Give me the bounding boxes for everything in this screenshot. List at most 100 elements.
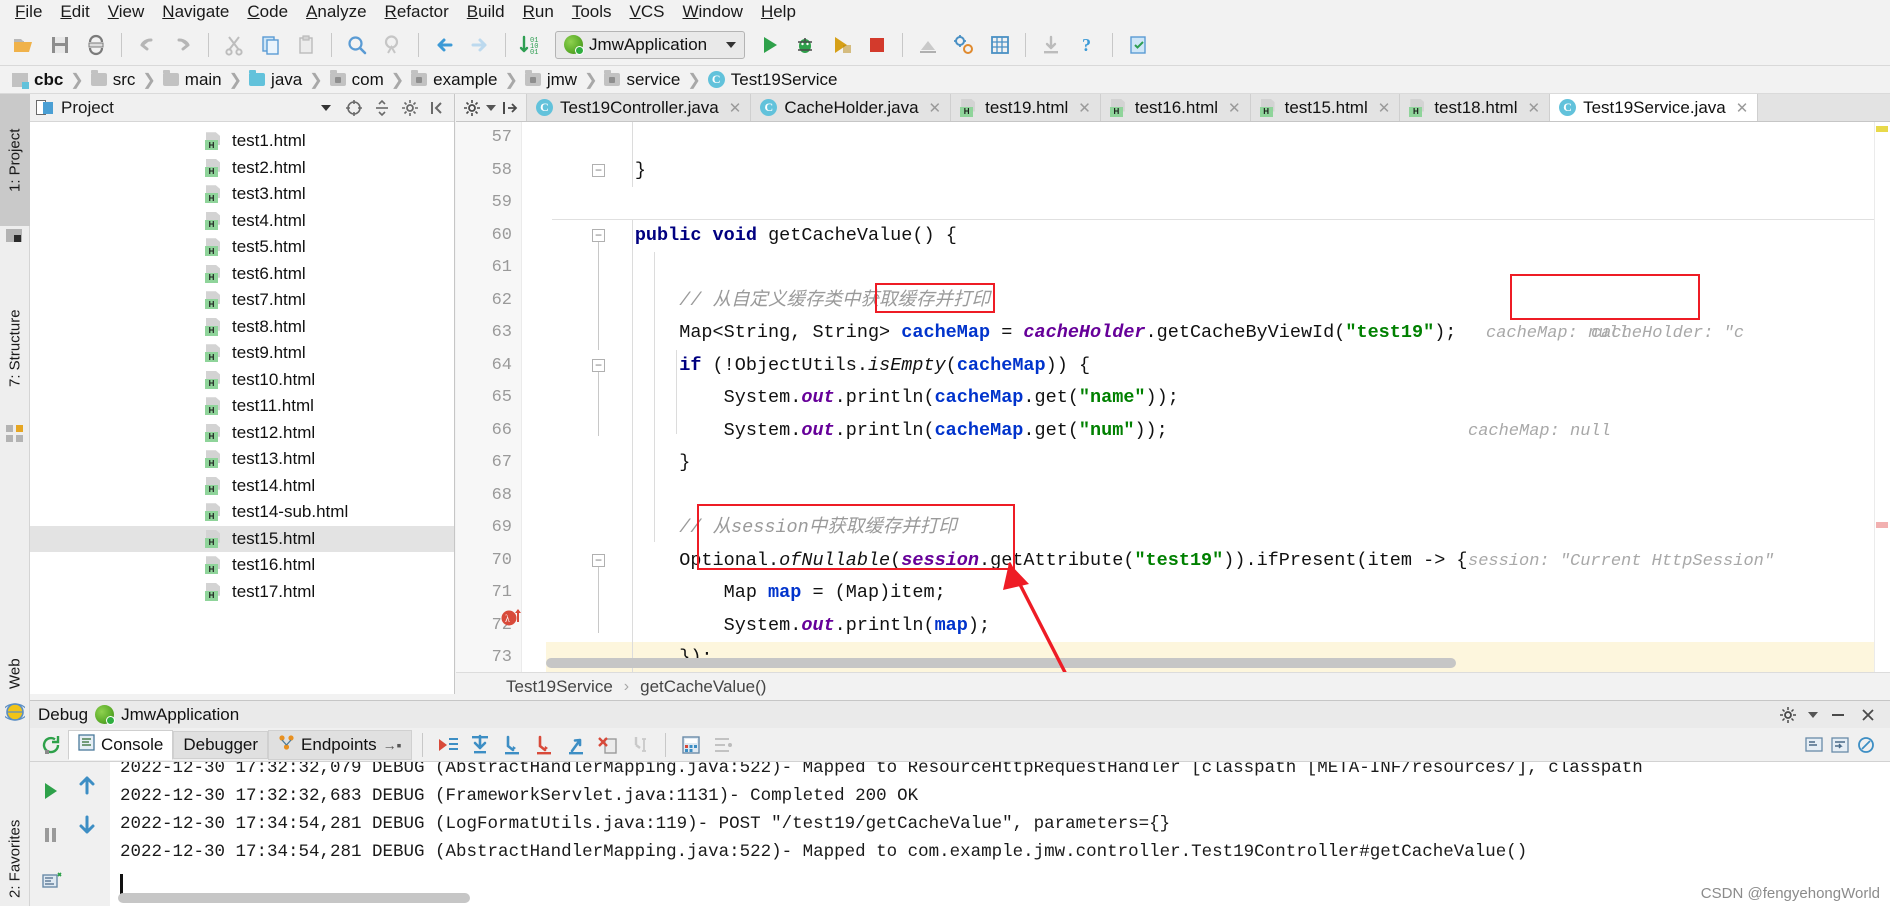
list-item[interactable]: Htest5.html	[30, 234, 454, 261]
editor-code-area[interactable]: } public void getCacheValue() { // 从自定义缓…	[546, 122, 1874, 672]
list-item[interactable]: Htest11.html	[30, 393, 454, 420]
debug-settings-gear-icon[interactable]	[1778, 705, 1798, 725]
run-with-coverage-button[interactable]	[824, 28, 858, 62]
list-item[interactable]: Htest12.html	[30, 420, 454, 447]
stripe-selection-mark[interactable]	[1876, 522, 1888, 528]
hide-panel-icon[interactable]	[428, 98, 448, 118]
list-item[interactable]: Htest7.html	[30, 287, 454, 314]
editor-breadcrumb-class[interactable]: Test19Service	[506, 677, 613, 697]
close-icon[interactable]: ✕	[929, 99, 942, 117]
run-button[interactable]	[752, 28, 786, 62]
resume-program-icon[interactable]	[36, 776, 66, 806]
editor-tab-test16-html[interactable]: Htest16.html✕	[1101, 94, 1251, 121]
sidebar-item-favorites[interactable]: 2: Favorites	[0, 794, 30, 906]
menu-item-navigate[interactable]: Navigate	[153, 2, 238, 22]
structure-icon[interactable]	[983, 28, 1017, 62]
debug-tab-endpoints[interactable]: Endpoints→▪	[268, 730, 412, 760]
breadcrumb-item-main[interactable]: main	[159, 70, 226, 90]
menu-item-analyze[interactable]: Analyze	[297, 2, 375, 22]
step-into-icon[interactable]	[497, 730, 527, 760]
menu-item-file[interactable]: File	[6, 2, 51, 22]
menu-item-window[interactable]: Window	[673, 2, 751, 22]
debug-button[interactable]	[788, 28, 822, 62]
breadcrumb-item-example[interactable]: example	[407, 70, 501, 90]
sync-icon[interactable]	[79, 28, 113, 62]
hide-editor-panel-icon[interactable]	[500, 98, 520, 118]
redo-icon[interactable]	[166, 28, 200, 62]
list-item[interactable]: Htest2.html	[30, 155, 454, 182]
help-icon[interactable]: ?	[1070, 28, 1104, 62]
drop-frame-icon[interactable]	[593, 730, 623, 760]
code-line-65[interactable]: System.out.println(cacheMap.get("name"))…	[546, 382, 1874, 415]
sidebar-item-web[interactable]: Web	[0, 646, 30, 702]
code-line-66[interactable]: System.out.println(cacheMap.get("num"));	[546, 415, 1874, 448]
list-item[interactable]: Htest14-sub.html	[30, 499, 454, 526]
menu-item-vcs[interactable]: VCS	[621, 2, 674, 22]
stripe-warning-mark[interactable]	[1876, 126, 1888, 132]
menu-item-help[interactable]: Help	[752, 2, 805, 22]
list-item[interactable]: Htest13.html	[30, 446, 454, 473]
breadcrumb-item-src[interactable]: src	[87, 70, 140, 90]
editor-settings-chevron-icon[interactable]	[486, 105, 496, 111]
find-icon[interactable]	[340, 28, 374, 62]
code-editor[interactable]: 5758596061626364656667686970717273747576…	[456, 122, 1890, 672]
console-output[interactable]: 2022-12-30 17:32:32,079 DEBUG (AbstractH…	[110, 762, 1890, 906]
sidebar-item-project[interactable]: 1: Project	[0, 94, 30, 226]
menu-item-code[interactable]: Code	[238, 2, 297, 22]
code-line-69[interactable]: // 从session中获取缓存并打印	[546, 512, 1874, 545]
open-folder-icon[interactable]	[7, 28, 41, 62]
rerun-debug-icon[interactable]	[36, 730, 66, 760]
update-project-icon[interactable]	[1034, 28, 1068, 62]
editor-settings-gear-icon[interactable]	[462, 98, 482, 118]
code-line-71[interactable]: Map map = (Map)item;	[546, 577, 1874, 610]
editor-tab-test19controller-java[interactable]: CTest19Controller.java✕	[527, 94, 751, 121]
close-icon[interactable]: ✕	[729, 99, 742, 117]
close-debug-panel-icon[interactable]	[1858, 705, 1878, 725]
code-line-61[interactable]	[546, 252, 1874, 285]
pause-program-icon[interactable]	[36, 820, 66, 850]
step-out-icon[interactable]	[561, 730, 591, 760]
scroll-up-icon[interactable]	[72, 770, 102, 800]
run-to-cursor-icon[interactable]	[625, 730, 655, 760]
close-icon[interactable]: ✕	[1078, 99, 1091, 117]
code-line-64[interactable]: if (!ObjectUtils.isEmpty(cacheMap)) {	[546, 350, 1874, 383]
editor-tab-cacheholder-java[interactable]: CCacheHolder.java✕	[751, 94, 951, 121]
debug-settings-chevron-icon[interactable]	[1808, 712, 1818, 718]
step-over-icon[interactable]	[465, 730, 495, 760]
editor-breadcrumb[interactable]: Test19Service › getCacheValue()	[456, 672, 1890, 700]
editor-gutter[interactable]: 5758596061626364656667686970717273747576	[456, 122, 522, 672]
close-icon[interactable]: ✕	[1736, 99, 1749, 117]
close-icon[interactable]: ✕	[1378, 99, 1391, 117]
menu-item-tools[interactable]: Tools	[563, 2, 621, 22]
sidebar-item-structure[interactable]: 7: Structure	[0, 274, 30, 422]
editor-breadcrumb-method[interactable]: getCacheValue()	[640, 677, 766, 697]
editor-tab-test19-html[interactable]: Htest19.html✕	[951, 94, 1101, 121]
copy-icon[interactable]	[253, 28, 287, 62]
editor-tab-test19service-java[interactable]: CTest19Service.java✕	[1550, 94, 1758, 121]
lambda-breakpoint-icon[interactable]: λ	[500, 607, 522, 629]
save-all-icon[interactable]	[43, 28, 77, 62]
breadcrumb-item-cbc[interactable]: cbc	[8, 70, 67, 90]
run-configuration-selector[interactable]: JmwApplication	[555, 31, 745, 59]
editor-horizontal-scrollbar[interactable]	[546, 658, 1456, 668]
menu-item-build[interactable]: Build	[458, 2, 514, 22]
project-file-tree[interactable]: Htest1.htmlHtest2.htmlHtest3.htmlHtest4.…	[30, 122, 454, 694]
code-line-58[interactable]: }	[546, 155, 1874, 188]
undo-icon[interactable]	[130, 28, 164, 62]
list-item[interactable]: Htest4.html	[30, 208, 454, 235]
mute-breakpoints-icon[interactable]	[36, 866, 66, 896]
paste-icon[interactable]	[289, 28, 323, 62]
menu-item-view[interactable]: View	[99, 2, 154, 22]
detach-tab-icon[interactable]: →▪	[383, 737, 402, 753]
code-line-59[interactable]	[546, 187, 1874, 220]
panel-settings-gear-icon[interactable]	[400, 98, 420, 118]
breadcrumb-item-jmw[interactable]: jmw	[521, 70, 581, 90]
clear-console-icon[interactable]	[1856, 735, 1876, 755]
menu-item-refactor[interactable]: Refactor	[376, 2, 458, 22]
commit-icon[interactable]	[1121, 28, 1155, 62]
console-horizontal-scrollbar[interactable]	[118, 893, 470, 903]
code-line-62[interactable]: // 从自定义缓存类中获取缓存并打印	[546, 285, 1874, 318]
find-usages-icon[interactable]	[376, 28, 410, 62]
scroll-from-source-icon[interactable]	[344, 98, 364, 118]
list-item[interactable]: Htest15.html	[30, 526, 454, 553]
